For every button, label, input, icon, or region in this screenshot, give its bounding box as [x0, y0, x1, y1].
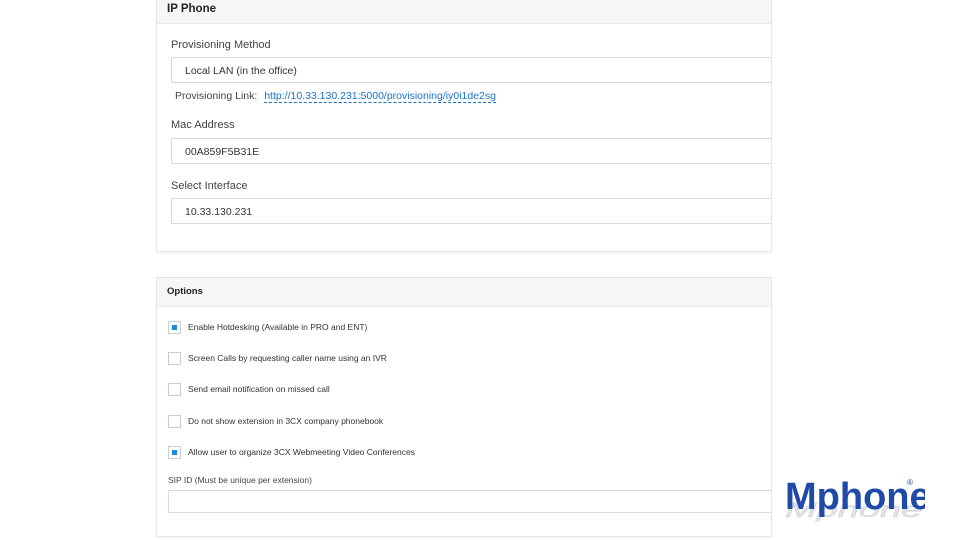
mphone-logo: Mphone Mphone ® — [785, 476, 925, 522]
options-panel: Options Enable Hotdesking (Available in … — [156, 277, 772, 537]
ip-phone-header: IP Phone — [157, 0, 771, 24]
registered-mark: ® — [907, 478, 913, 487]
option-hide-in-phonebook[interactable]: Do not show extension in 3CX company pho… — [168, 414, 383, 428]
provisioning-link-row: Provisioning Link: http://10.33.130.231:… — [175, 90, 496, 103]
logo-text: Mphone — [785, 476, 925, 518]
options-header: Options — [157, 278, 771, 307]
checkbox[interactable] — [168, 320, 181, 334]
sip-id-label: SIP ID (Must be unique per extension) — [168, 475, 312, 485]
provisioning-method-label: Provisioning Method — [171, 39, 271, 51]
ip-phone-panel: IP Phone Provisioning Method Local LAN (… — [156, 0, 772, 252]
checkbox[interactable] — [168, 445, 181, 459]
checkbox[interactable] — [168, 351, 181, 365]
option-label: Screen Calls by requesting caller name u… — [188, 353, 387, 363]
sip-id-input[interactable] — [168, 490, 771, 513]
provisioning-method-select[interactable]: Local LAN (in the office) — [171, 57, 771, 83]
mac-address-label: Mac Address — [171, 119, 235, 131]
option-enable-hotdesking[interactable]: Enable Hotdesking (Available in PRO and … — [168, 320, 367, 334]
checkbox[interactable] — [168, 382, 181, 396]
provisioning-link-label: Provisioning Link: — [175, 90, 258, 102]
option-email-notification[interactable]: Send email notification on missed call — [168, 382, 330, 396]
option-label: Enable Hotdesking (Available in PRO and … — [188, 322, 368, 332]
option-screen-calls[interactable]: Screen Calls by requesting caller name u… — [168, 351, 387, 365]
select-interface-select[interactable]: 10.33.130.231 — [171, 198, 771, 224]
mac-address-input[interactable]: 00A859F5B31E — [171, 138, 771, 164]
provisioning-link[interactable]: http://10.33.130.231:5000/provisioning/i… — [264, 90, 496, 103]
checkbox[interactable] — [168, 414, 181, 428]
option-webmeeting[interactable]: Allow user to organize 3CX Webmeeting Vi… — [168, 445, 415, 459]
option-label: Do not show extension in 3CX company pho… — [188, 416, 384, 426]
select-interface-label: Select Interface — [171, 180, 248, 192]
option-label: Allow user to organize 3CX Webmeeting Vi… — [188, 447, 415, 457]
option-label: Send email notification on missed call — [188, 384, 330, 394]
